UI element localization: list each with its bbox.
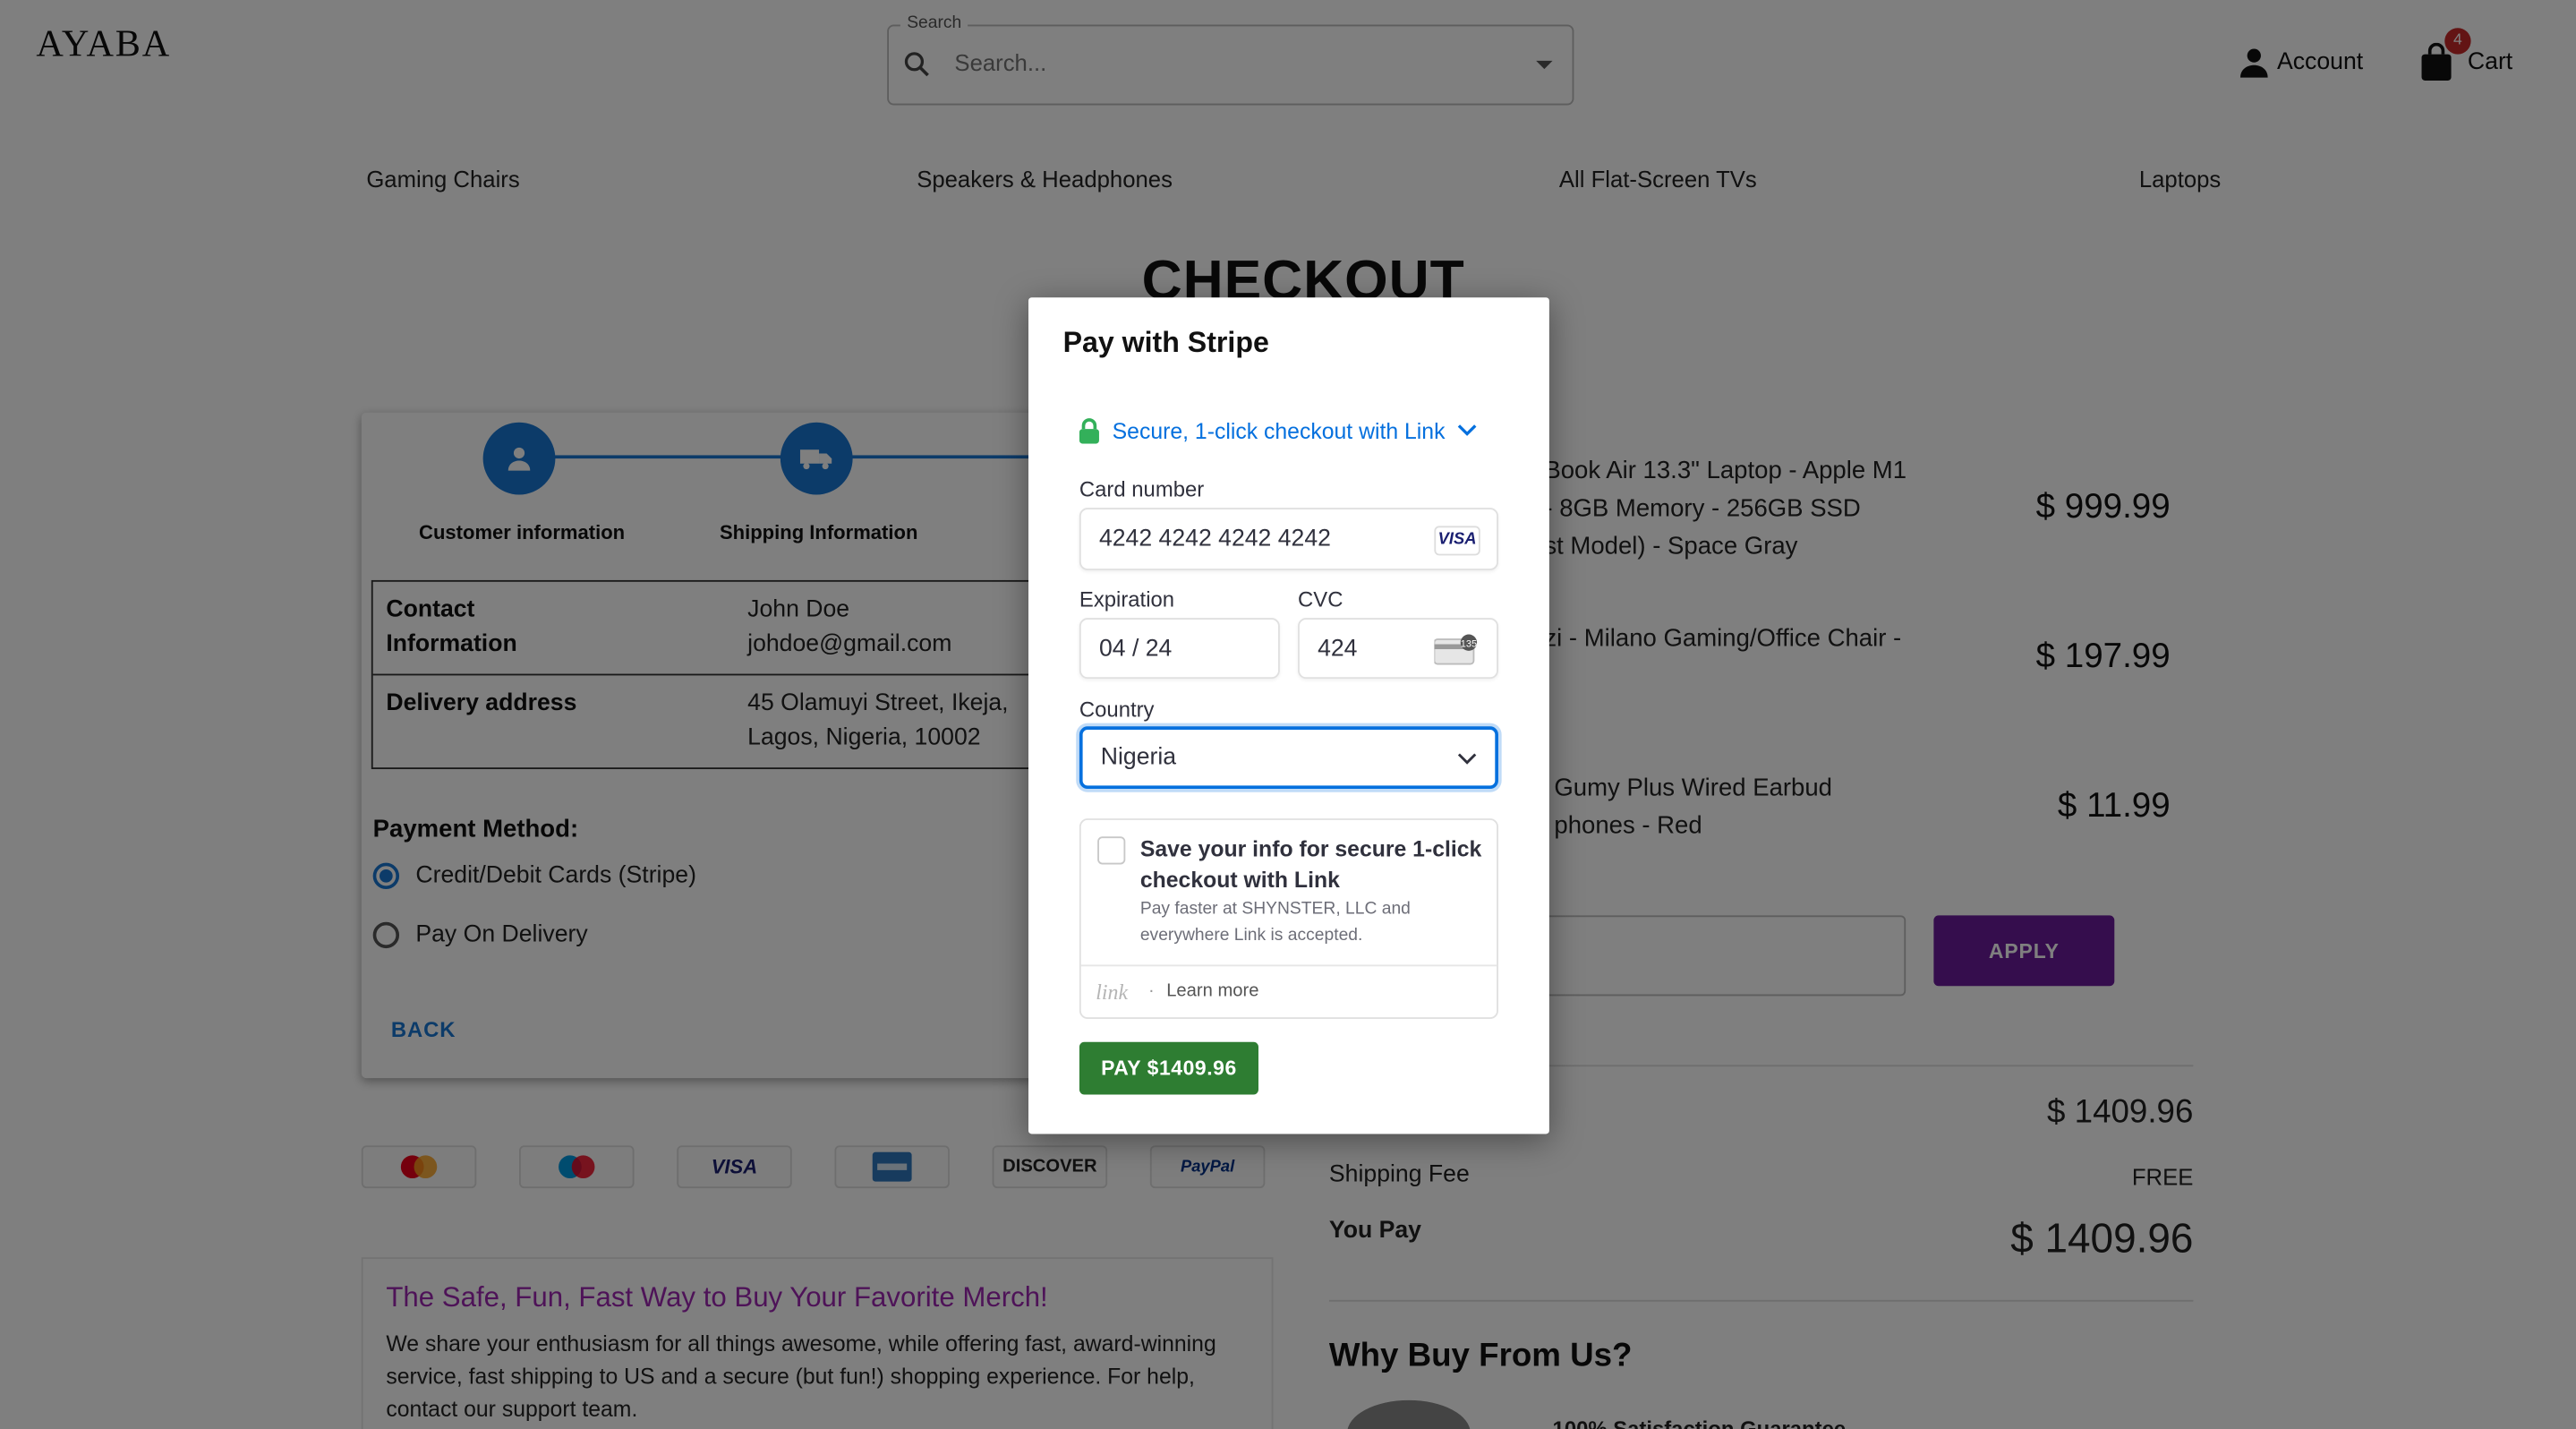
link-logo: link: [1096, 979, 1129, 1005]
save-info-checkbox[interactable]: [1097, 836, 1126, 865]
page-root: AYABA Search Account Cart 4 Gaming Chair…: [0, 0, 2576, 1429]
save-info-title: Save your info for secure 1-click checko…: [1139, 836, 1482, 893]
visa-card-icon: VISA: [1434, 526, 1480, 556]
learn-more-link[interactable]: Learn more: [1166, 981, 1258, 1001]
pay-button[interactable]: PAY $1409.96: [1079, 1041, 1258, 1095]
save-info-subtitle: Pay faster at SHYNSTER, LLC and everywhe…: [1139, 899, 1411, 945]
expiration-label: Expiration: [1079, 586, 1175, 612]
divider: [1080, 964, 1497, 967]
chevron-down-icon: [1457, 753, 1477, 765]
country-select[interactable]: Nigeria: [1079, 726, 1498, 790]
cvc-field[interactable]: 424 135: [1298, 618, 1498, 680]
cvc-value: 424: [1318, 635, 1358, 662]
link-checkout-toggle[interactable]: Secure, 1-click checkout with Link: [1078, 417, 1476, 444]
country-label: Country: [1079, 697, 1155, 722]
separator-dot: ·: [1148, 980, 1155, 1001]
card-number-label: Card number: [1079, 476, 1205, 501]
country-value: Nigeria: [1100, 744, 1177, 771]
expiration-value: 04 / 24: [1098, 635, 1173, 662]
svg-text:135: 135: [1461, 638, 1477, 649]
expiration-field[interactable]: 04 / 24: [1079, 618, 1280, 680]
chevron-down-icon: [1457, 424, 1476, 436]
card-number-value: 4242 4242 4242 4242: [1098, 526, 1331, 552]
lock-icon: [1079, 418, 1099, 444]
card-number-field[interactable]: 4242 4242 4242 4242 VISA: [1079, 508, 1498, 570]
cvc-label: CVC: [1298, 586, 1343, 612]
modal-title: Pay with Stripe: [1062, 325, 1269, 359]
link-checkout-text: Secure, 1-click checkout with Link: [1112, 418, 1446, 443]
cvc-card-icon: 135: [1434, 634, 1477, 665]
